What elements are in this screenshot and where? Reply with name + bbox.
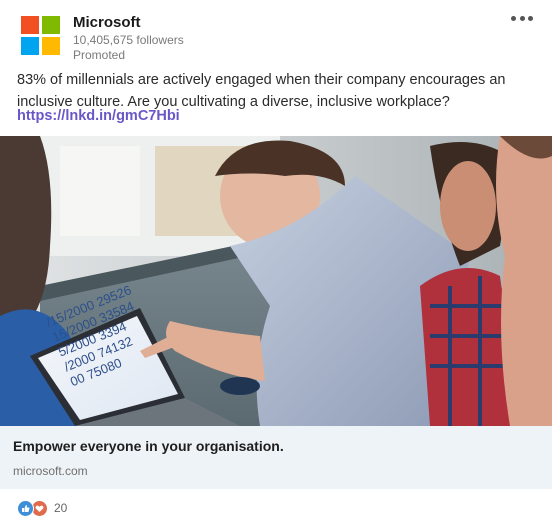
post-text: 83% of millennials are actively engaged …: [17, 72, 506, 110]
feed-post: Microsoft 10,405,675 followers Promoted …: [0, 0, 552, 523]
post-header: Microsoft 10,405,675 followers Promoted: [0, 0, 552, 66]
reaction-count[interactable]: 20: [54, 501, 67, 515]
reactions-bar[interactable]: 20: [17, 498, 67, 518]
dot: [528, 15, 533, 21]
ellipsis-icon[interactable]: [511, 13, 533, 23]
logo-blue-square: [21, 37, 39, 55]
dot: [511, 15, 516, 21]
post-image[interactable]: /15/2000 29526 15/2000 33584 5/2000 3394…: [0, 136, 552, 426]
follower-count: 10,405,675 followers: [73, 33, 184, 47]
like-icon: [17, 499, 34, 517]
logo-yellow-square: [42, 37, 60, 55]
dot: [519, 15, 525, 21]
company-name[interactable]: Microsoft: [73, 14, 141, 31]
link-preview-domain: microsoft.com: [13, 464, 88, 478]
link-preview-title[interactable]: Empower everyone in your organisation.: [13, 438, 284, 454]
logo-red-square: [21, 16, 39, 34]
post-link[interactable]: https://lnkd.in/gmC7Hbi: [17, 108, 180, 124]
promoted-label: Promoted: [73, 48, 126, 62]
link-preview-card[interactable]: Empower everyone in your organisation. m…: [0, 426, 552, 489]
microsoft-logo-icon[interactable]: [21, 16, 60, 55]
logo-green-square: [42, 16, 60, 34]
